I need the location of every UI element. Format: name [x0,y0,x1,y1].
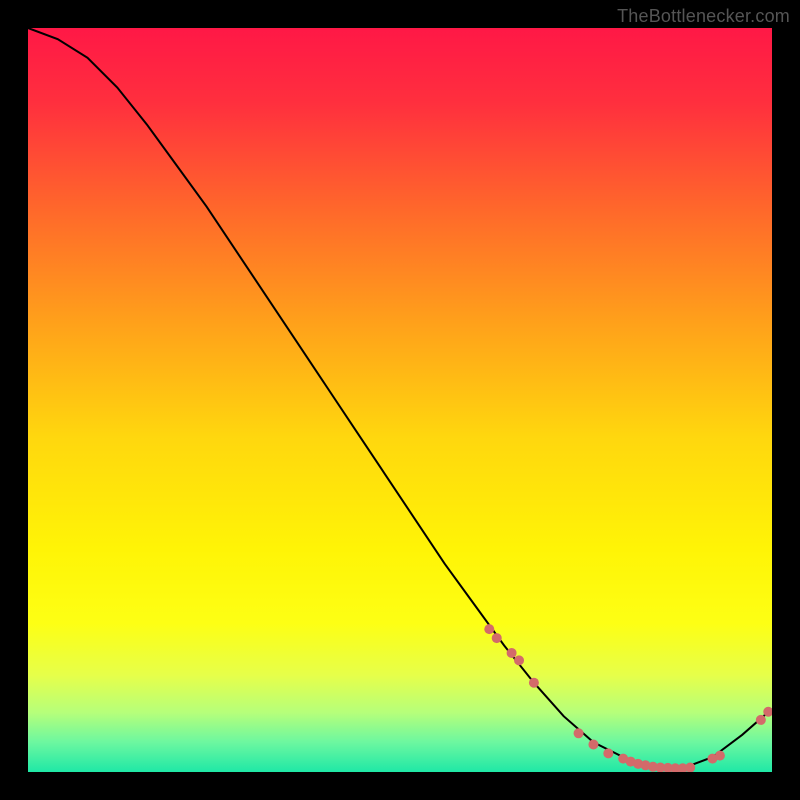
sample-point [492,633,502,643]
sample-point [756,715,766,725]
plot-area [28,28,772,772]
heatmap-background [28,28,772,772]
sample-point [603,748,613,758]
chart-svg [28,28,772,772]
sample-point [715,751,725,761]
chart-frame: TheBottlenecker.com [0,0,800,800]
sample-point [507,648,517,658]
sample-point [514,655,524,665]
sample-point [484,624,494,634]
sample-point [529,678,539,688]
credit-label: TheBottlenecker.com [617,6,790,27]
sample-point [574,728,584,738]
sample-point [588,739,598,749]
